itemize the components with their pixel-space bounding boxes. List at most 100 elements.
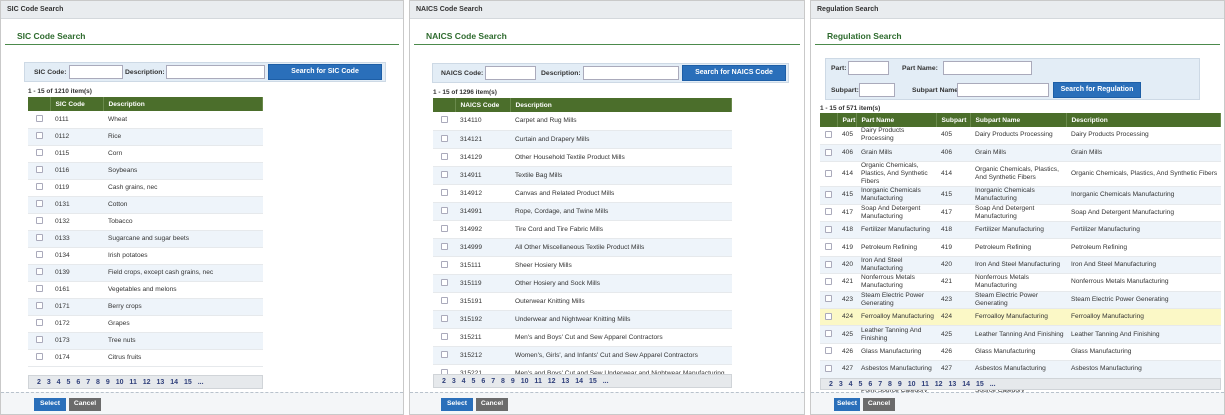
table-row[interactable]: 421 Nonferrous Metals Manufacturing 421 Non… — [820, 273, 1221, 292]
row-checkbox[interactable] — [440, 296, 448, 304]
row-checkbox[interactable] — [440, 350, 448, 358]
table-row[interactable]: 406 Grain Mills 406 Grain Mills Grain Mills — [820, 144, 1221, 163]
row-checkbox[interactable] — [440, 134, 448, 142]
part-input[interactable] — [848, 61, 889, 75]
table-row[interactable]: 0171 Berry crops — [28, 298, 263, 316]
table-row[interactable]: 0116 Soybeans — [28, 162, 263, 180]
row-checkbox[interactable] — [35, 183, 43, 190]
row-checkbox[interactable] — [35, 319, 43, 326]
row-checkbox[interactable] — [825, 148, 832, 156]
row-checkbox[interactable] — [825, 130, 832, 138]
table-row[interactable]: 0131 Cotton — [28, 196, 263, 214]
row-checkbox[interactable] — [825, 243, 832, 251]
table-row[interactable]: 417 Soap And Detergent Manufacturing 417 So… — [820, 204, 1221, 223]
row-checkbox[interactable] — [825, 347, 832, 355]
table-row[interactable]: 0132 Tobacco — [28, 213, 263, 231]
row-checkbox[interactable] — [35, 217, 43, 224]
row-checkbox[interactable] — [440, 332, 448, 340]
row-checkbox[interactable] — [35, 353, 43, 360]
table-row[interactable]: 426 Glass Manufacturing 426 Glass Manufactu… — [820, 343, 1221, 362]
row-checkbox[interactable] — [440, 242, 448, 250]
row-checkbox[interactable] — [825, 330, 832, 338]
row-checkbox[interactable] — [825, 225, 832, 233]
row-checkbox[interactable] — [440, 188, 448, 196]
table-row[interactable]: 419 Petroleum Refining 419 Petroleum Refini… — [820, 238, 1221, 257]
search-naics-button[interactable]: Search for NAICS Code — [682, 65, 786, 81]
row-checkbox[interactable] — [35, 114, 43, 122]
row-checkbox[interactable] — [440, 152, 448, 160]
table-row[interactable]: 405 Dairy Products Processing 405 Dairy Pro… — [820, 127, 1221, 145]
column-header[interactable]: Subpart — [936, 113, 971, 127]
row-checkbox[interactable] — [35, 302, 43, 309]
row-checkbox[interactable] — [825, 312, 832, 320]
column-header[interactable]: SIC Code — [50, 97, 104, 111]
row-checkbox[interactable] — [35, 251, 43, 258]
row-checkbox[interactable] — [440, 314, 448, 322]
row-checkbox[interactable] — [440, 170, 448, 178]
row-checkbox[interactable] — [440, 260, 448, 268]
row-checkbox[interactable] — [35, 268, 43, 275]
table-row[interactable]: 414 Organic Chemicals, Plastics, And Synt… — [820, 161, 1221, 188]
table-row[interactable]: 0115 Corn — [28, 145, 263, 163]
table-row[interactable]: 314121 Curtain and Drapery Mills — [433, 130, 732, 149]
column-header[interactable]: Part Name — [856, 113, 937, 127]
table-row[interactable]: 314129 Other Household Textile Product Mi… — [433, 148, 732, 167]
table-row[interactable]: 0112 Rice — [28, 128, 263, 146]
row-checkbox[interactable] — [825, 190, 832, 198]
table-row[interactable]: 315212 Women's, Girls', and Infants' Cut … — [433, 346, 732, 365]
row-checkbox[interactable] — [35, 336, 43, 343]
table-row[interactable]: 425 Leather Tanning And Finishing 425 Leath… — [820, 325, 1221, 344]
table-row[interactable]: 314999 All Other Miscellaneous Textile Pr… — [433, 238, 732, 257]
row-checkbox[interactable] — [440, 116, 448, 124]
naics-select-button[interactable]: Select — [441, 398, 473, 411]
table-row[interactable]: 315119 Other Hosiery and Sock Mills — [433, 274, 732, 293]
table-row[interactable]: 314992 Tire Cord and Tire Fabric Mills — [433, 220, 732, 239]
table-row[interactable]: 314991 Rope, Cordage, and Twine Mills — [433, 202, 732, 221]
table-row[interactable]: 315191 Outerwear Knitting Mills — [433, 292, 732, 311]
regulation-cancel-button[interactable]: Cancel — [863, 398, 895, 411]
table-row[interactable]: 418 Fertilizer Manufacturing 418 Fertilizer… — [820, 221, 1221, 240]
row-checkbox[interactable] — [35, 200, 43, 207]
row-checkbox[interactable] — [35, 149, 43, 156]
row-checkbox[interactable] — [35, 285, 43, 292]
table-row[interactable]: 315211 Men's and Boys' Cut and Sew Appare… — [433, 328, 732, 347]
sic-select-button[interactable]: Select — [34, 398, 66, 411]
column-header[interactable]: Description — [1066, 113, 1221, 127]
part-name-input[interactable] — [943, 61, 1032, 75]
column-header[interactable]: Description — [510, 98, 732, 112]
column-header[interactable]: Part — [837, 113, 857, 127]
naics-description-input[interactable] — [583, 66, 679, 80]
sic-description-input[interactable] — [166, 65, 265, 79]
search-sic-button[interactable]: Search for SIC Code — [268, 64, 382, 80]
sic-cancel-button[interactable]: Cancel — [69, 398, 101, 411]
naics-pager[interactable]: 2 3 4 5 6 7 8 9 10 11 12 13 14 15 ... — [433, 374, 732, 388]
table-row[interactable]: 314110 Carpet and Rug Mills — [433, 112, 732, 131]
row-checkbox[interactable] — [35, 166, 43, 173]
table-row[interactable]: 314911 Textile Bag Mills — [433, 166, 732, 185]
subpart-name-input[interactable] — [957, 83, 1049, 97]
row-checkbox[interactable] — [440, 224, 448, 232]
sic-pager[interactable]: 2 3 4 5 6 7 8 9 10 11 12 13 14 15 ... — [28, 375, 263, 389]
row-checkbox[interactable] — [440, 206, 448, 214]
row-checkbox[interactable] — [825, 364, 832, 372]
table-row[interactable]: 0174 Citrus fruits — [28, 349, 263, 367]
table-row[interactable]: 0173 Tree nuts — [28, 332, 263, 350]
table-row[interactable]: 420 Iron And Steel Manufacturing 420 Iron A… — [820, 256, 1221, 275]
regulation-pager[interactable]: 2 3 4 5 6 7 8 9 10 11 12 13 14 15 ... — [820, 378, 1221, 390]
row-checkbox[interactable] — [825, 208, 832, 216]
column-header[interactable]: NAICS Code — [455, 98, 511, 112]
row-checkbox[interactable] — [825, 295, 832, 303]
row-checkbox[interactable] — [440, 278, 448, 286]
row-checkbox[interactable] — [35, 234, 43, 241]
table-row[interactable]: 0133 Sugarcane and sugar beets — [28, 230, 263, 248]
column-header[interactable]: Subpart Name — [970, 113, 1067, 127]
column-header[interactable]: Description — [103, 97, 263, 111]
table-row[interactable]: 314912 Canvas and Related Product Mills — [433, 184, 732, 203]
regulation-select-button[interactable]: Select — [834, 398, 860, 411]
row-checkbox[interactable] — [35, 132, 43, 139]
table-row[interactable]: 0161 Vegetables and melons — [28, 281, 263, 299]
table-row[interactable]: 0172 Grapes — [28, 315, 263, 333]
table-row[interactable]: 424 Ferroalloy Manufacturing 424 Ferroalloy… — [820, 308, 1221, 327]
table-row[interactable]: 0139 Field crops, except cash grains, nec — [28, 264, 263, 282]
table-row[interactable]: 0111 Wheat — [28, 111, 263, 129]
